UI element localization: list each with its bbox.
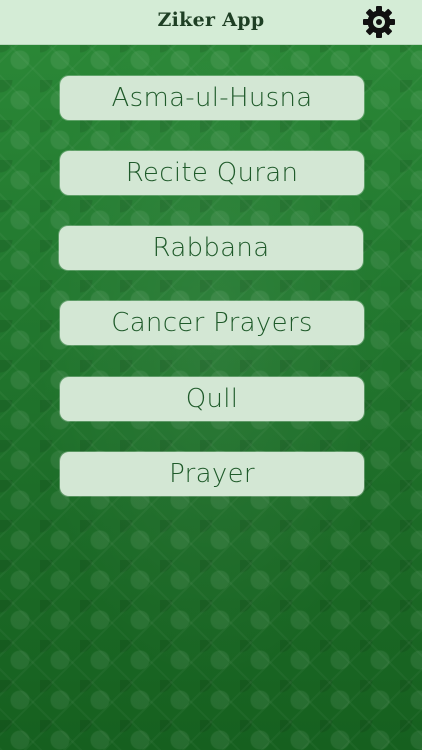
menu-button-prayer[interactable]: Prayer — [60, 452, 364, 496]
menu-button-recite-quran[interactable]: Recite Quran — [60, 151, 364, 195]
app-screen: Ziker App Asma-ul-Husna Recite Quran Rab… — [0, 0, 422, 750]
menu-button-rabbana[interactable]: Rabbana — [59, 226, 363, 270]
menu-button-cancer-prayers[interactable]: Cancer Prayers — [60, 301, 364, 345]
menu-button-qull[interactable]: Qull — [60, 377, 364, 421]
menu-button-asma-ul-husna[interactable]: Asma-ul-Husna — [60, 76, 364, 120]
main-menu: Asma-ul-Husna Recite Quran Rabbana Cance… — [0, 0, 422, 750]
